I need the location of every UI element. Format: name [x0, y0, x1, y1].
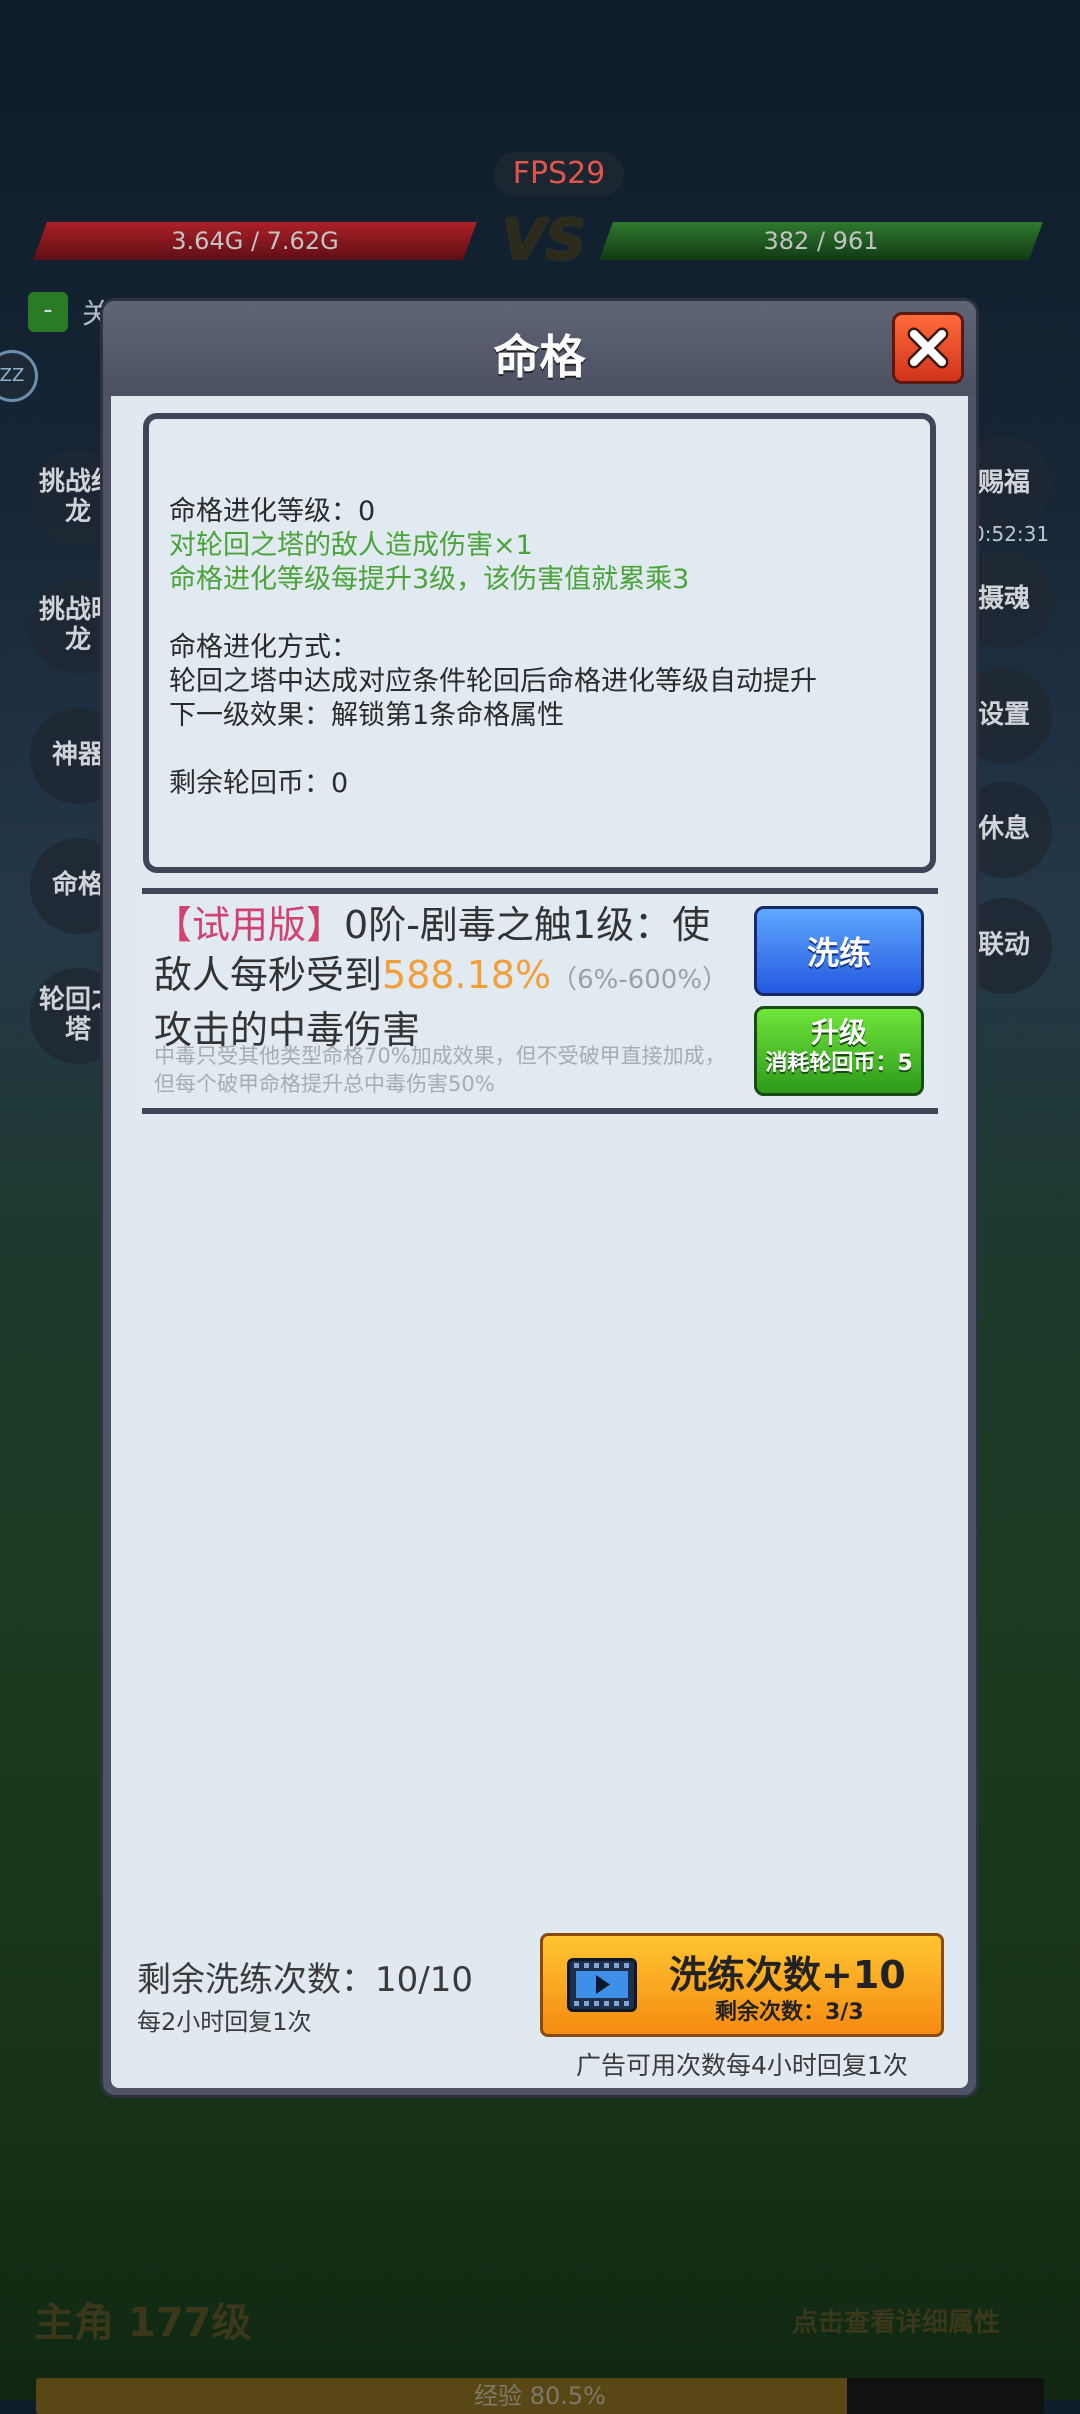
remaining-coins: 剩余轮回币：0 [169, 768, 349, 799]
ad-button-sub: 剩余次数：3/3 [715, 2000, 864, 2025]
hero-level: 主角 177级 [34, 2300, 252, 2346]
refine-recovery-note: 每2小时回复1次 [137, 2008, 312, 2036]
fps-counter: FPS29 [494, 152, 624, 196]
ad-recovery-note: 广告可用次数每4小时回复1次 [576, 2051, 908, 2080]
upgrade-cost: 消耗轮回币：5 [765, 1051, 913, 1076]
modal-header: 命格 [103, 301, 976, 395]
attribute-description: 【试用版】0阶-剧毒之触1级：使敌人每秒受到588.18%（6%-600%）攻击… [154, 900, 734, 1055]
close-icon [907, 327, 949, 369]
evolution-level: 命格进化等级：0 [169, 496, 376, 527]
next-effect: 下一级效果：解锁第1条命格属性 [169, 700, 565, 731]
close-button[interactable] [892, 312, 964, 384]
player-hp-text: 3.64G / 7.62G [171, 227, 339, 255]
attribute-panel: 【试用版】0阶-剧毒之触1级：使敌人每秒受到588.18%（6%-600%）攻击… [142, 888, 938, 1114]
watch-ad-button[interactable]: 洗练次数+10 剩余次数：3/3 [540, 1933, 944, 2037]
exp-text: 经验 80.5% [474, 2382, 606, 2410]
vs-label: VS [502, 208, 586, 273]
sleep-icon[interactable]: ZZ [0, 350, 38, 402]
multiply-rule: 命格进化等级每提升3级，该伤害值就累乘3 [169, 564, 690, 595]
auto-toggle[interactable]: - [28, 292, 68, 332]
modal-title: 命格 [493, 330, 586, 384]
attribute-percent: 588.18% [382, 953, 552, 997]
refine-button[interactable]: 洗练 [754, 906, 924, 996]
attribute-note: 中毒只受其他类型命格70%加成效果，但不受破甲直接加成，但每个破甲命格提升总中毒… [154, 1044, 726, 1096]
video-play-icon [567, 1958, 637, 2012]
enemy-hp-text: 382 / 961 [763, 227, 879, 255]
view-details-link[interactable]: 点击查看详细属性 [792, 2302, 1000, 2339]
method-desc: 轮回之塔中达成对应条件轮回后命格进化等级自动提升 [169, 666, 817, 697]
upgrade-button[interactable]: 升级 消耗轮回币：5 [754, 1006, 924, 1096]
method-title: 命格进化方式： [169, 632, 358, 663]
upgrade-label: 升级 [810, 1016, 867, 1049]
damage-bonus: 对轮回之塔的敌人造成伤害×1 [169, 530, 533, 561]
modal-body: 命格进化等级：0 对轮回之塔的敌人造成伤害×1 命格进化等级每提升3级，该伤害值… [111, 396, 968, 2088]
exp-bar: 经验 80.5% [36, 2378, 1044, 2414]
blessing-timer: 0:52:31 [972, 522, 1050, 546]
destiny-modal: 命格 命格进化等级：0 对轮回之塔的敌人造成伤害×1 命格进化等级每提升3级，该… [103, 301, 976, 2095]
destiny-info-panel: 命格进化等级：0 对轮回之塔的敌人造成伤害×1 命格进化等级每提升3级，该伤害值… [143, 413, 936, 873]
ad-button-main: 洗练次数+10 [669, 1953, 906, 1997]
remaining-refines: 剩余洗练次数：10/10 [137, 1960, 473, 2000]
trial-tag: 【试用版】 [154, 903, 345, 947]
attribute-range: （6%-600%） [551, 965, 729, 995]
